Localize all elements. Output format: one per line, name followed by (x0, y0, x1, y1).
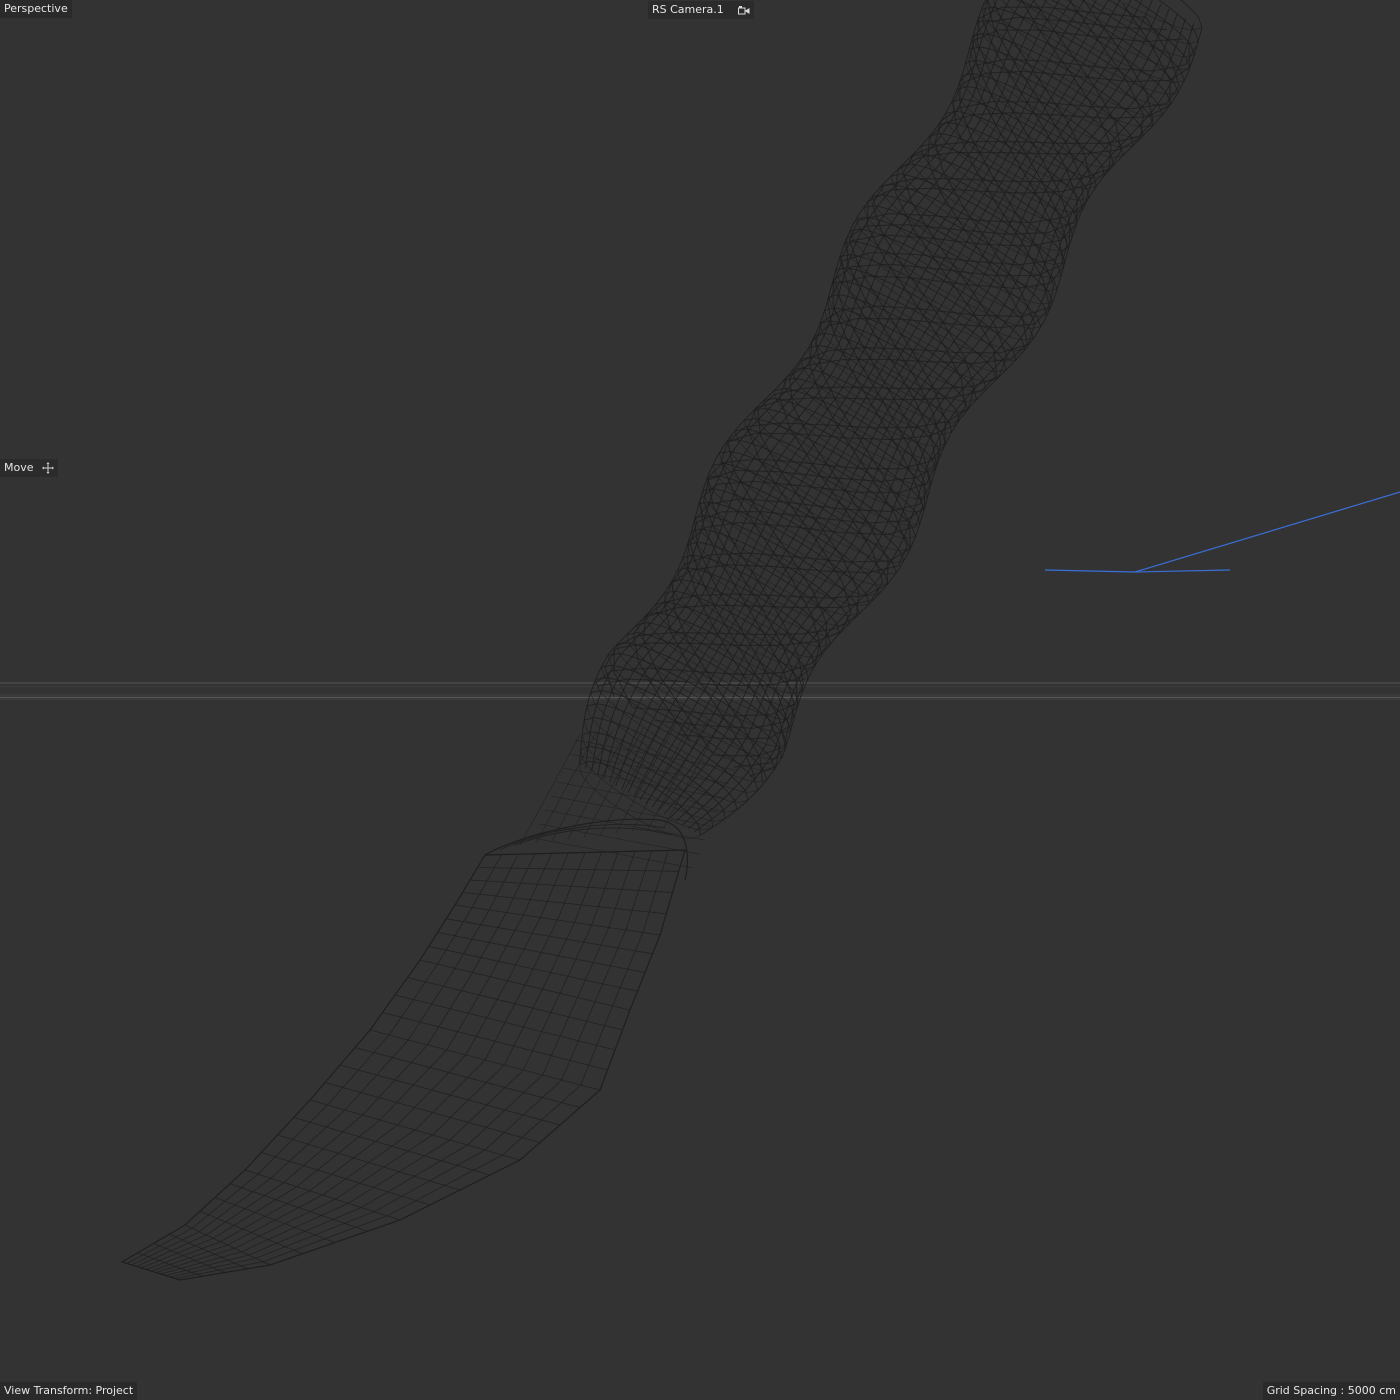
active-tool-label: Move (0, 459, 58, 477)
blade-wireframe[interactable] (120, 716, 736, 1281)
view-name-label[interactable]: Perspective (0, 0, 72, 18)
tool-name: Move (4, 461, 34, 474)
handle-wireframe[interactable] (579, 0, 1203, 840)
grid-spacing-label: Grid Spacing : 5000 cm (1262, 1382, 1400, 1400)
camera-selector[interactable]: RS Camera.1 (648, 1, 754, 19)
spline-object[interactable] (1044, 491, 1400, 573)
move-icon (41, 461, 54, 474)
scene-canvas[interactable] (0, 0, 1400, 1400)
3d-viewport[interactable]: Perspective RS Camera.1 Move View Transf… (0, 0, 1400, 1400)
camera-name-label: RS Camera.1 (652, 3, 724, 16)
view-transform-label: View Transform: Project (0, 1382, 138, 1400)
camera-icon[interactable] (737, 5, 750, 15)
